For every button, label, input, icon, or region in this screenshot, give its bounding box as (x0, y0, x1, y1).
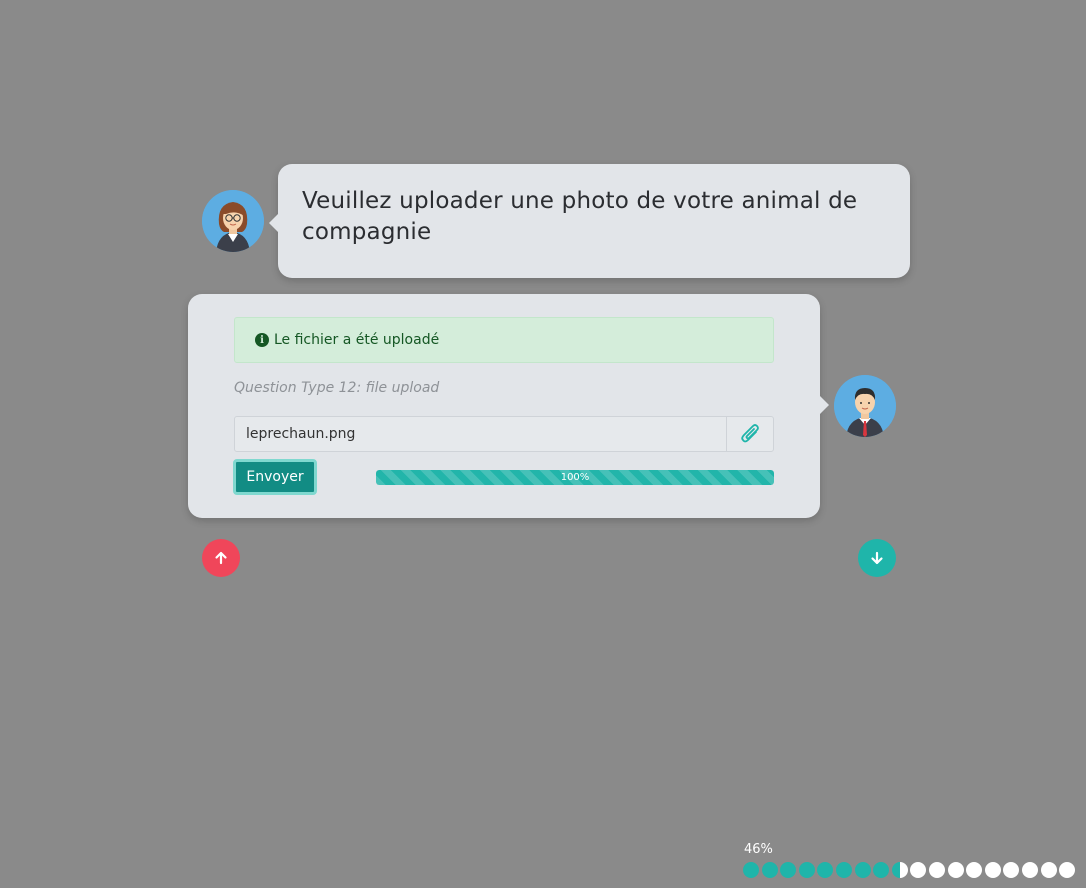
previous-question-button[interactable] (202, 539, 240, 577)
progress-dot (798, 862, 815, 878)
progress-dot (1040, 862, 1057, 878)
user-avatar (834, 375, 896, 437)
paperclip-icon (741, 424, 759, 443)
upload-card: i Le fichier a été uploadé Question Type… (188, 294, 829, 518)
file-input[interactable]: leprechaun.png (234, 416, 774, 452)
file-name: leprechaun.png (246, 426, 356, 442)
progress-dot (910, 862, 927, 878)
progress-dot (966, 862, 983, 878)
next-question-button[interactable] (858, 539, 896, 577)
upload-progress-bar: 100% (376, 470, 774, 485)
arrow-up-icon (215, 551, 227, 565)
question-bubble: Veuillez uploader une photo de votre ani… (269, 164, 910, 278)
progress-dot (1059, 862, 1076, 878)
attach-file-button[interactable] (726, 417, 773, 451)
question-text: Veuillez uploader une photo de votre ani… (302, 188, 858, 245)
progress-dot (891, 862, 908, 878)
bot-avatar (202, 190, 264, 252)
alert-text: Le fichier a été uploadé (274, 332, 440, 348)
progress-dot (947, 862, 964, 878)
progress-dot (1003, 862, 1020, 878)
send-button[interactable]: Envoyer (233, 459, 317, 495)
progress-dot (761, 862, 778, 878)
overall-progress-dots (743, 862, 1078, 878)
progress-dot (817, 862, 834, 878)
progress-dot (780, 862, 797, 878)
progress-dot (873, 862, 890, 878)
upload-progress-fill: 100% (376, 470, 774, 485)
upload-progress-label: 100% (560, 472, 590, 483)
overall-progress-label: 46% (744, 842, 773, 857)
upload-success-alert: i Le fichier a été uploadé (234, 317, 774, 363)
progress-dot (984, 862, 1001, 878)
progress-dot (743, 862, 759, 878)
progress-dot (854, 862, 871, 878)
info-circle-icon: i (255, 333, 269, 347)
progress-dot (835, 862, 852, 878)
question-type-hint: Question Type 12: file upload (234, 380, 440, 396)
arrow-down-icon (871, 551, 883, 565)
progress-dot (1021, 862, 1038, 878)
progress-dot (928, 862, 945, 878)
